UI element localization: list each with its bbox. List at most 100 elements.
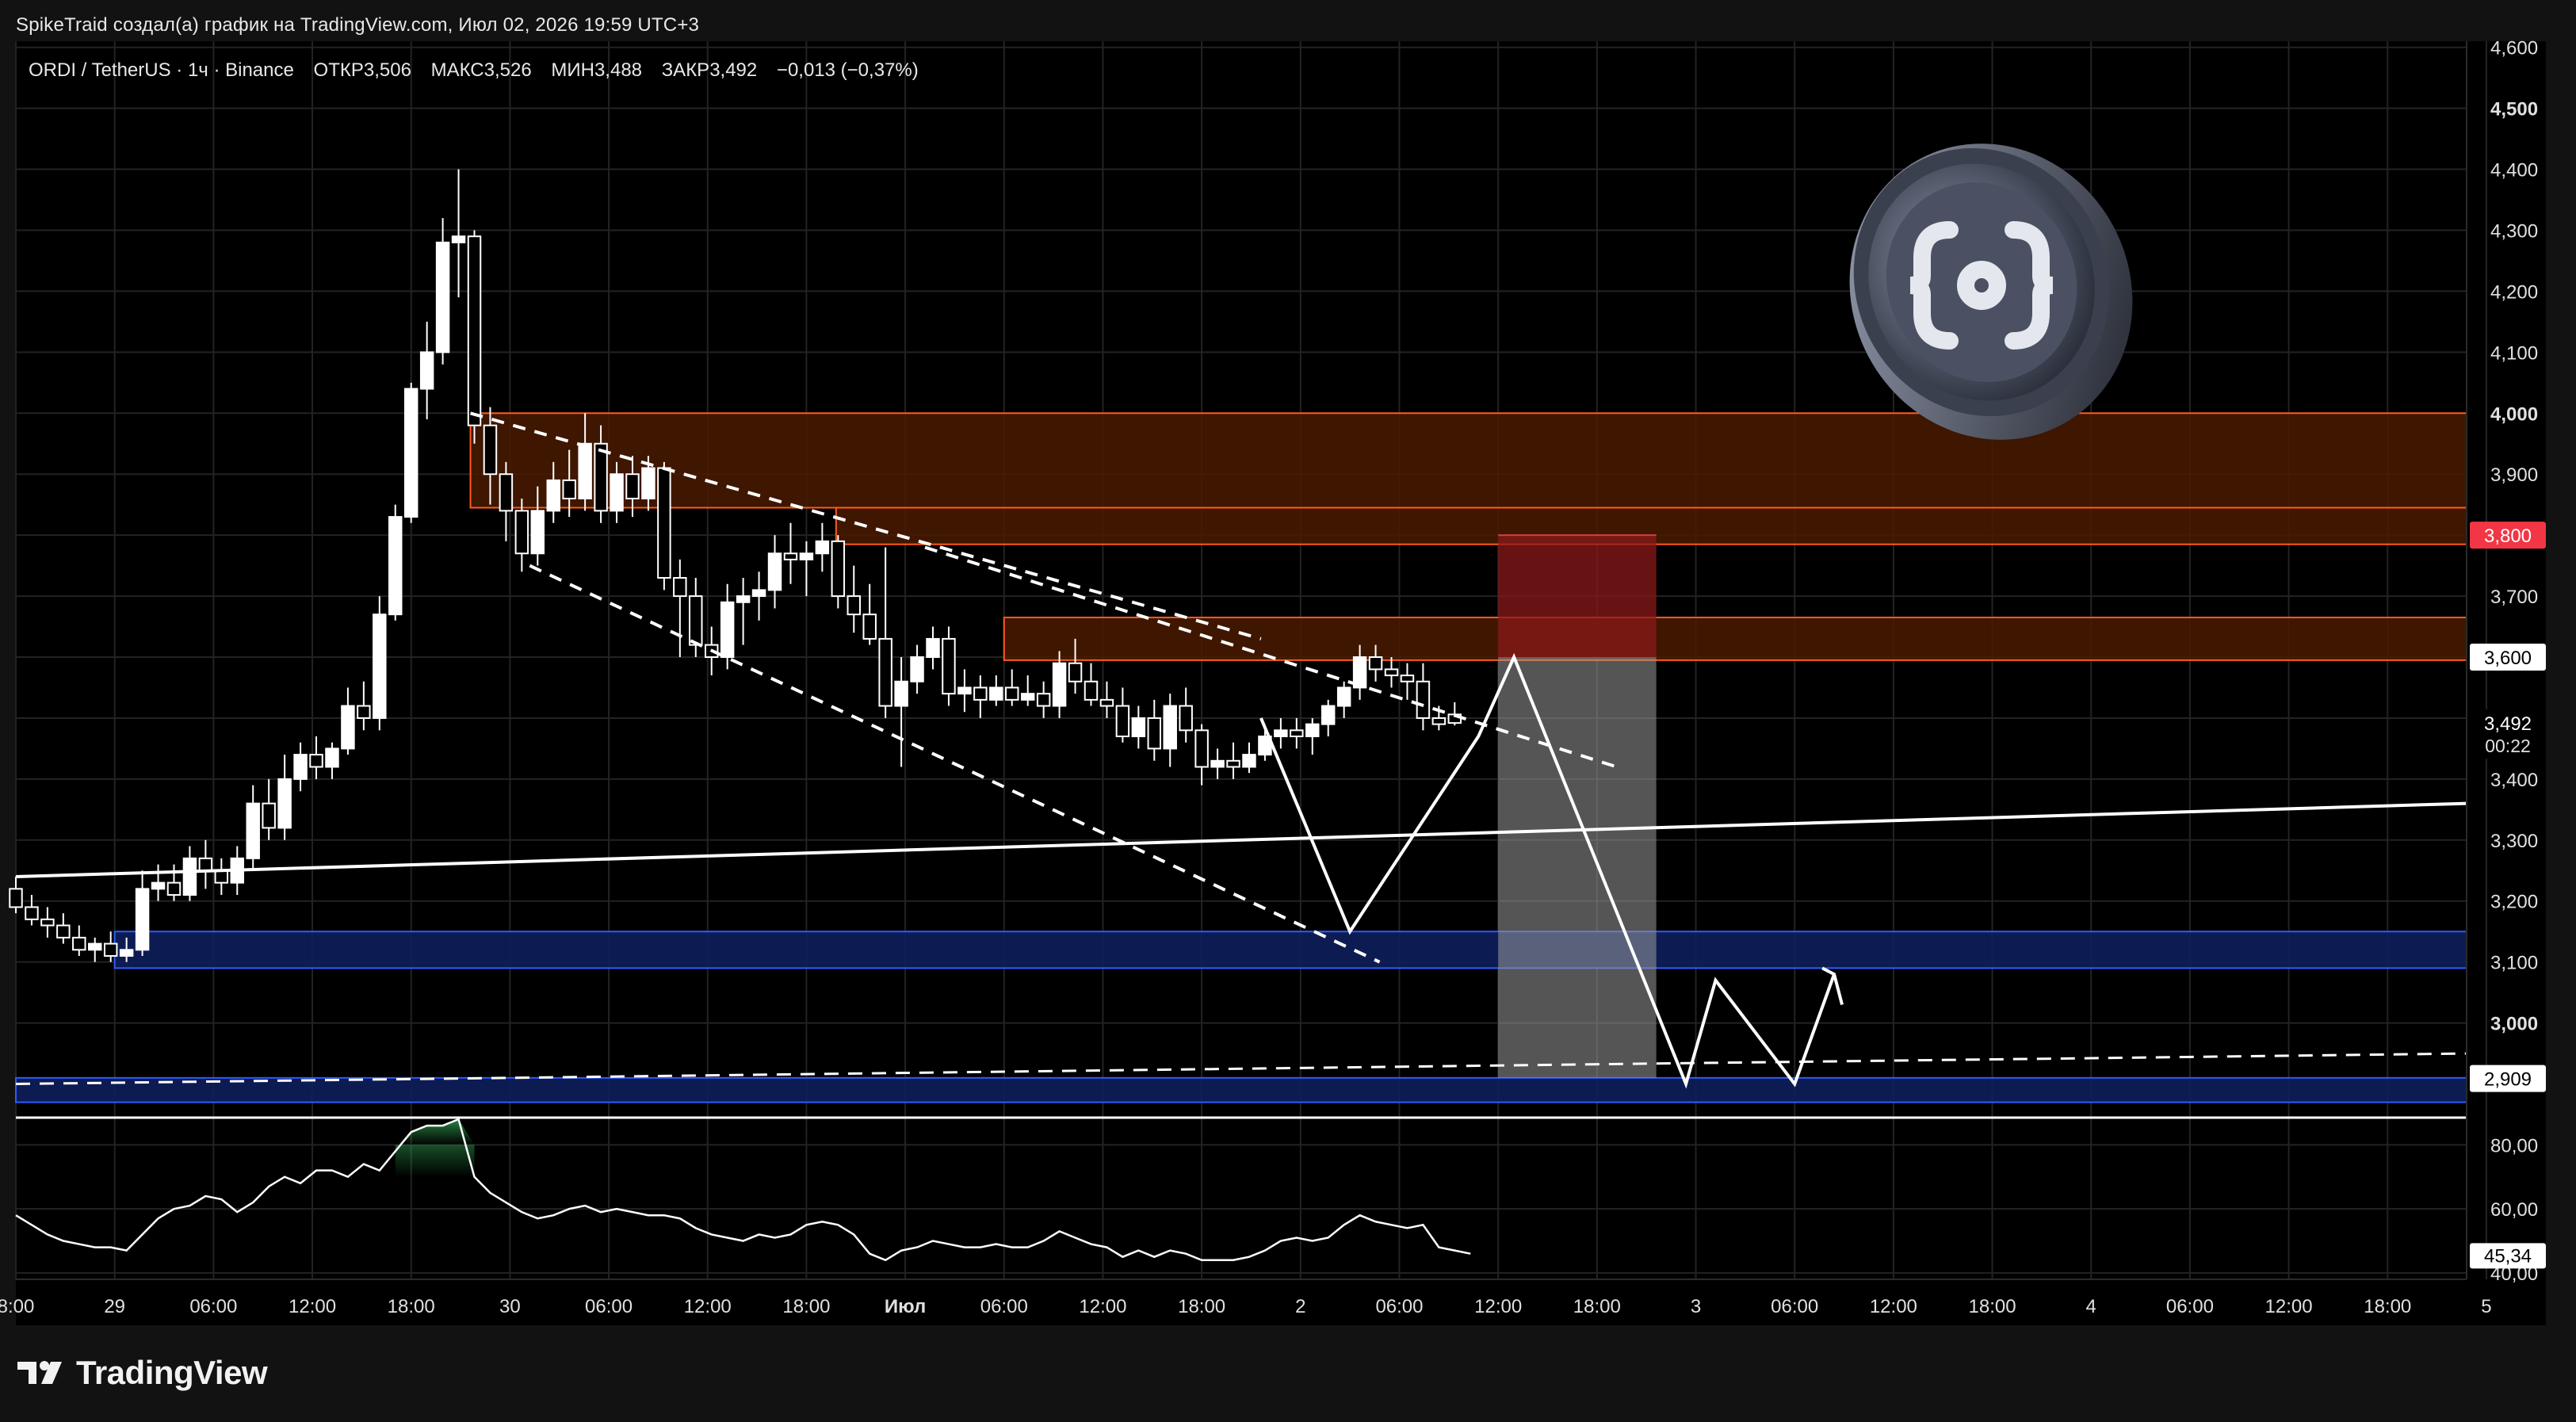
price-tag-label: 2,909 — [2484, 1069, 2532, 1091]
candle-body — [562, 479, 576, 499]
candle-body — [720, 601, 735, 659]
legend-close: 3,492 — [709, 59, 757, 81]
y-tick-label: 3,700 — [2490, 587, 2538, 608]
rsi-line — [15, 1118, 1471, 1262]
x-tick-label: 12:00 — [289, 1296, 336, 1317]
price-axis: 4,600 4,500 4,400 4,300 4,200 4,100 4,000 3,900… — [2466, 38, 2546, 1285]
candle-body — [546, 479, 560, 512]
candle-body — [1368, 656, 1383, 671]
candle-body — [1115, 705, 1130, 738]
candle-body — [578, 442, 592, 499]
candle-body — [957, 686, 972, 695]
rsi-overbought-glow — [395, 1145, 475, 1177]
bar-countdown: 00:22 — [2485, 736, 2531, 756]
candle-body — [1020, 693, 1035, 701]
candle-body — [625, 473, 640, 499]
support-zone-lower — [15, 1076, 2467, 1103]
candle-body — [530, 510, 545, 555]
candle-body — [767, 552, 782, 591]
x-tick-label: 8:00 — [0, 1296, 34, 1317]
candle-body — [1210, 759, 1225, 768]
rsi-tick-label: 80,00 — [2490, 1135, 2538, 1156]
y-tick-label: 3,400 — [2490, 770, 2538, 791]
x-tick-label: 18:00 — [782, 1296, 830, 1317]
candle-body — [72, 936, 86, 951]
candle-body — [973, 686, 988, 701]
x-tick-label: 12:00 — [2265, 1296, 2313, 1317]
rsi-tick-label: 60,00 — [2490, 1199, 2538, 1221]
x-tick-label: 06:00 — [980, 1296, 1028, 1317]
candle-body — [1416, 680, 1431, 719]
candle-body — [1226, 759, 1240, 768]
candle-body — [514, 510, 529, 555]
candle-body — [56, 924, 71, 938]
candle-body — [594, 442, 608, 512]
candle-body — [419, 351, 434, 390]
price-tag-label: 3,800 — [2484, 526, 2532, 547]
x-tick-label: 12:00 — [1474, 1296, 1522, 1317]
candle-body — [1179, 705, 1193, 732]
candle-body — [910, 656, 924, 682]
candle-body — [815, 540, 830, 555]
brand-name: TradingView — [76, 1354, 268, 1391]
y-tick-label: 4,000 — [2490, 403, 2538, 425]
candle-body — [926, 637, 940, 659]
legend-open-label: ОТКР — [314, 59, 364, 81]
candle-body — [1036, 693, 1051, 707]
price-chart[interactable]: ORDI / TetherUS · 1ч · Binance ОТКР3,506… — [0, 0, 2576, 1422]
price-zones — [15, 412, 2468, 1103]
x-tick-label: 4 — [2086, 1296, 2096, 1317]
y-tick-label: 3,100 — [2490, 953, 2538, 974]
brand-logo[interactable]: TradingView — [16, 1354, 268, 1392]
candle-body — [182, 857, 197, 896]
candle-body — [1052, 662, 1067, 707]
candle-body — [135, 888, 150, 951]
x-tick-label: 12:00 — [1870, 1296, 1917, 1317]
y-tick-label: 3,200 — [2490, 892, 2538, 913]
y-tick-label: 4,200 — [2490, 281, 2538, 303]
candle-body — [467, 235, 482, 426]
candle-body — [119, 949, 134, 957]
candle-body — [1242, 754, 1256, 768]
candle-body — [1147, 717, 1162, 750]
x-tick-label: 06:00 — [585, 1296, 633, 1317]
x-tick-label: 30 — [499, 1296, 521, 1317]
x-tick-label: 29 — [104, 1296, 125, 1317]
candle-body — [166, 881, 182, 896]
x-tick-label: 06:00 — [1375, 1296, 1423, 1317]
y-tick-label: 3,000 — [2490, 1014, 2538, 1035]
candle-body — [736, 595, 751, 603]
x-tick-label: 18:00 — [388, 1296, 435, 1317]
legend-change: −0,013 (−0,37%) — [777, 59, 919, 81]
candle-body — [1305, 723, 1320, 738]
candle-body — [641, 467, 655, 499]
resistance-zone-upper — [469, 412, 2467, 509]
y-tick-label: 4,400 — [2490, 160, 2538, 182]
y-tick-label: 4,100 — [2490, 342, 2538, 364]
candle-body — [942, 637, 956, 695]
x-tick-label: 12:00 — [1079, 1296, 1126, 1317]
candle-body — [1400, 675, 1415, 682]
candle-body — [1384, 668, 1399, 677]
candle-body — [657, 467, 671, 579]
y-tick-label: 4,500 — [2490, 99, 2538, 120]
candle-body — [9, 888, 23, 908]
candle-body — [499, 473, 514, 512]
candle-body — [673, 577, 687, 598]
candle-body — [689, 595, 703, 646]
legend-close-label: ЗАКР — [662, 59, 710, 81]
candle-body — [435, 241, 450, 354]
x-tick-label: 18:00 — [1573, 1296, 1621, 1317]
legend-high-label: МАКС — [431, 59, 484, 81]
x-tick-label: 5 — [2481, 1296, 2491, 1317]
candle-body — [325, 747, 339, 768]
candle-body — [293, 754, 308, 780]
legend-low-label: МИН — [551, 59, 594, 81]
candle-body — [40, 918, 55, 927]
candle-body — [25, 906, 39, 920]
candle-body — [483, 424, 498, 476]
candle-body — [403, 388, 419, 518]
x-tick-label: 12:00 — [684, 1296, 732, 1317]
resistance-zone-lower — [1003, 617, 2467, 661]
candle-body — [277, 778, 292, 829]
